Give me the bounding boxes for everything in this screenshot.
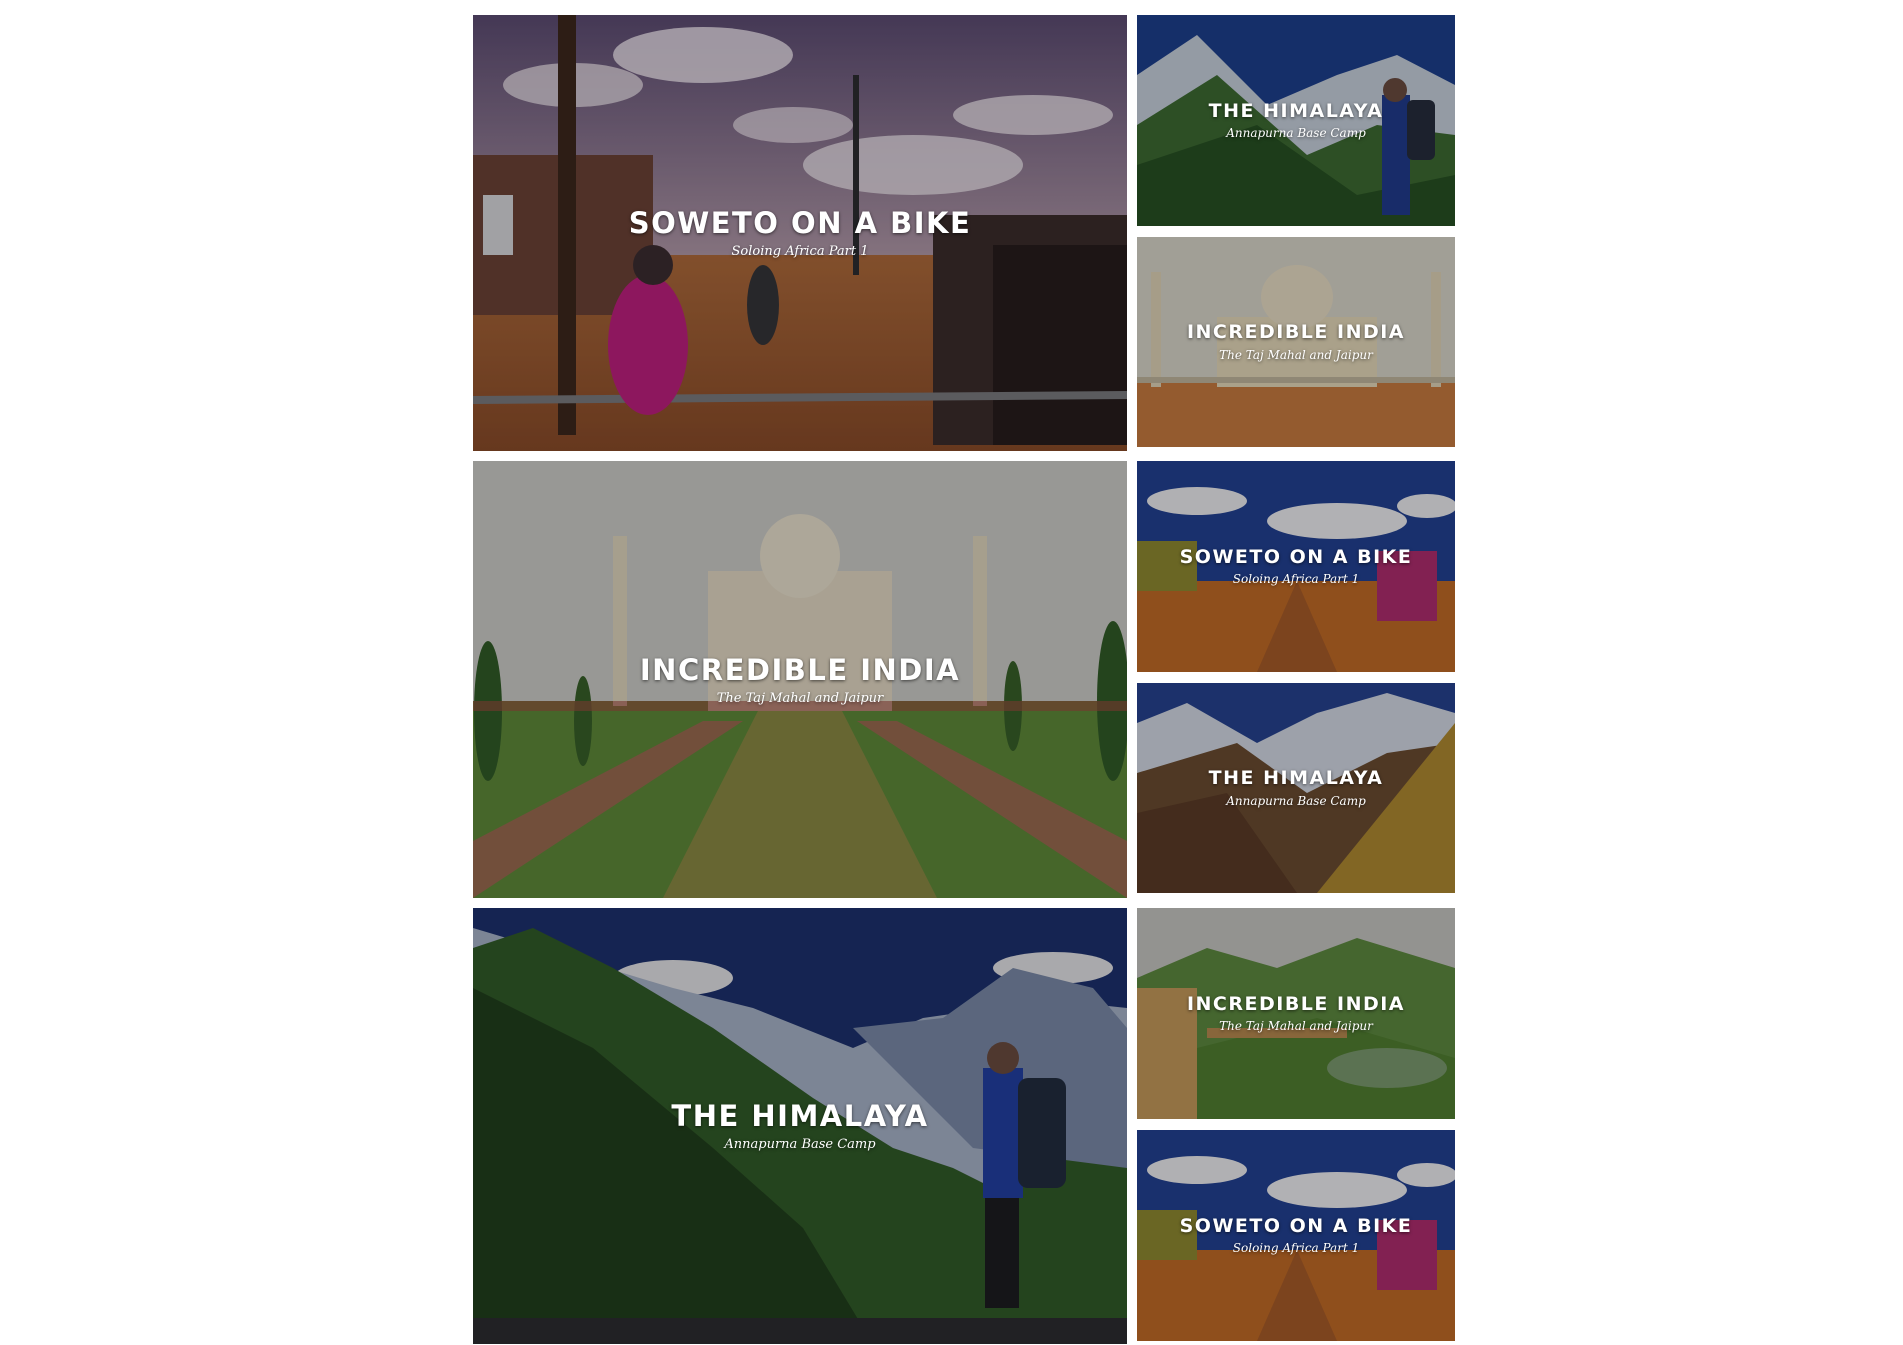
card-title: INCREDIBLE INDIA (1186, 992, 1406, 1015)
card-caption: INCREDIBLE INDIA The Taj Mahal and Jaipu… (1137, 321, 1455, 362)
gallery-card-india[interactable]: INCREDIBLE INDIA The Taj Mahal and Jaipu… (473, 461, 1127, 898)
gallery-card-himalaya[interactable]: THE HIMALAYA Annapurna Base Camp (1137, 683, 1455, 893)
card-subtitle: Soloing Africa Part 1 (1232, 1241, 1360, 1256)
card-subtitle: Annapurna Base Camp (1226, 793, 1366, 808)
gallery-card-himalaya[interactable]: THE HIMALAYA Annapurna Base Camp (1137, 15, 1455, 226)
card-caption: INCREDIBLE INDIA The Taj Mahal and Jaipu… (473, 652, 1127, 706)
gallery-card-himalaya[interactable]: THE HIMALAYA Annapurna Base Camp (473, 908, 1127, 1344)
card-subtitle: The Taj Mahal and Jaipur (1219, 1019, 1373, 1034)
card-title: THE HIMALAYA (671, 1098, 929, 1133)
card-title: INCREDIBLE INDIA (639, 652, 961, 687)
card-caption: THE HIMALAYA Annapurna Base Camp (473, 1098, 1127, 1153)
card-caption: SOWETO ON A BIKE Soloing Africa Part 1 (473, 205, 1127, 260)
card-caption: THE HIMALAYA Annapurna Base Camp (1137, 99, 1455, 141)
card-subtitle: Annapurna Base Camp (1226, 126, 1366, 141)
card-title: SOWETO ON A BIKE (628, 205, 972, 240)
gallery-card-soweto[interactable]: SOWETO ON A BIKE Soloing Africa Part 1 (1137, 1130, 1455, 1341)
gallery-card-soweto[interactable]: SOWETO ON A BIKE Soloing Africa Part 1 (473, 15, 1127, 451)
gallery-card-soweto[interactable]: SOWETO ON A BIKE Soloing Africa Part 1 (1137, 461, 1455, 672)
gallery-grid: SOWETO ON A BIKE Soloing Africa Part 1 T… (473, 15, 1455, 1345)
gallery-card-india[interactable]: INCREDIBLE INDIA The Taj Mahal and Jaipu… (1137, 237, 1455, 447)
card-title: THE HIMALAYA (1208, 767, 1384, 790)
card-subtitle: The Taj Mahal and Jaipur (1219, 347, 1373, 362)
card-title: SOWETO ON A BIKE (1179, 1214, 1413, 1237)
card-title: SOWETO ON A BIKE (1179, 545, 1413, 568)
card-caption: SOWETO ON A BIKE Soloing Africa Part 1 (1137, 1214, 1455, 1256)
card-subtitle: Soloing Africa Part 1 (1232, 572, 1360, 587)
card-caption: SOWETO ON A BIKE Soloing Africa Part 1 (1137, 545, 1455, 587)
card-title: INCREDIBLE INDIA (1186, 321, 1406, 344)
card-title: THE HIMALAYA (1208, 99, 1384, 122)
card-caption: THE HIMALAYA Annapurna Base Camp (1137, 767, 1455, 808)
card-caption: INCREDIBLE INDIA The Taj Mahal and Jaipu… (1137, 992, 1455, 1034)
gallery-card-india[interactable]: INCREDIBLE INDIA The Taj Mahal and Jaipu… (1137, 908, 1455, 1119)
card-subtitle: Annapurna Base Camp (724, 1137, 876, 1153)
card-subtitle: Soloing Africa Part 1 (731, 244, 869, 260)
card-subtitle: The Taj Mahal and Jaipur (716, 690, 884, 706)
